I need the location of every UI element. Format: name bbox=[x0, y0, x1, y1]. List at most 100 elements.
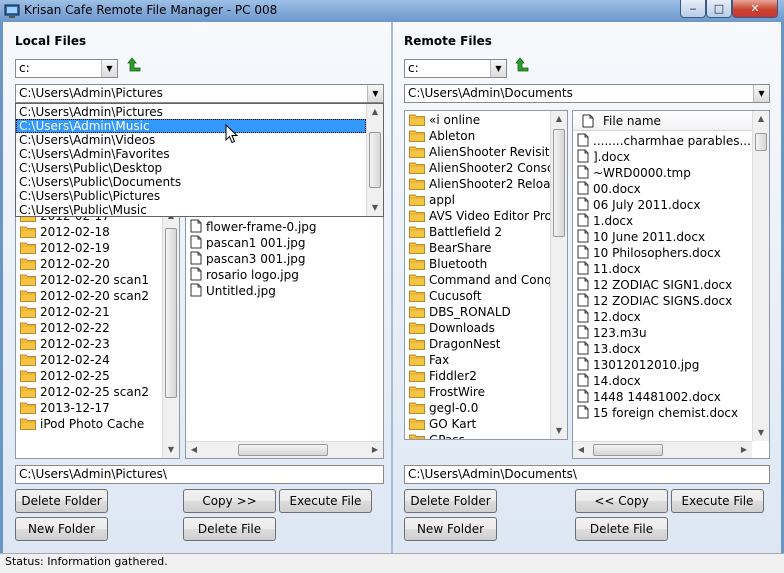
dropdown-option[interactable]: C:\Users\Public\Music bbox=[16, 203, 366, 216]
minimize-button[interactable]: ‒ bbox=[680, 0, 706, 18]
remote-folder-item[interactable]: Command and Conque bbox=[405, 272, 567, 288]
pane-splitter[interactable] bbox=[391, 22, 393, 553]
local-file-item[interactable]: rosario logo.jpg bbox=[186, 267, 383, 283]
remote-new-folder-button[interactable]: New Folder bbox=[404, 517, 497, 541]
remote-file-item[interactable]: 13012012010.jpg bbox=[573, 357, 752, 373]
remote-folder-item[interactable]: AVS Video Editor Proje bbox=[405, 208, 563, 224]
local-folder-item[interactable]: 2012-02-18 bbox=[16, 224, 162, 240]
remote-folder-item[interactable]: DBS_RONALD bbox=[405, 304, 550, 320]
local-path-field[interactable]: C:\Users\Admin\Pictures\ bbox=[15, 465, 384, 484]
remote-folder-item[interactable]: Fax bbox=[405, 352, 550, 368]
chevron-down-icon[interactable]: ▼ bbox=[753, 85, 769, 102]
remote-folder-vscrollbar[interactable]: ▲ ▼ bbox=[550, 111, 567, 439]
local-folder-item[interactable]: iPod Photo Cache bbox=[16, 416, 162, 432]
remote-file-item[interactable]: 14.docx bbox=[573, 373, 752, 389]
remote-folder-item[interactable]: BearShare bbox=[405, 240, 550, 256]
local-folder-list[interactable]: 2012-02-172012-02-182012-02-192012-02-20… bbox=[15, 207, 180, 459]
local-folder-item[interactable]: 2013-12-17 bbox=[16, 400, 162, 416]
remote-folder-item[interactable]: FrostWire bbox=[405, 384, 550, 400]
local-folder-vscrollbar[interactable]: ▲ ▼ bbox=[162, 208, 179, 458]
remote-file-item[interactable]: 1.docx bbox=[573, 213, 752, 229]
remote-file-item[interactable]: ........charmhae parables...... bbox=[573, 133, 762, 149]
scroll-thumb[interactable] bbox=[593, 444, 663, 456]
maximize-button[interactable]: □ bbox=[706, 0, 732, 18]
dropdown-option[interactable]: C:\Users\Admin\Favorites bbox=[16, 147, 366, 161]
remote-folder-item[interactable]: gegl-0.0 bbox=[405, 400, 550, 416]
remote-folder-list[interactable]: «i online Ableton AlienShooter Revisited Al… bbox=[404, 110, 568, 440]
remote-folder-item[interactable]: appl bbox=[405, 192, 550, 208]
scroll-down-icon[interactable]: ▼ bbox=[367, 200, 383, 216]
local-folder-item[interactable]: 2012-02-23 bbox=[16, 336, 162, 352]
remote-folder-item[interactable]: Battlefield 2 bbox=[405, 224, 550, 240]
local-file-item[interactable]: Untitled.jpg bbox=[186, 283, 383, 299]
dropdown-option[interactable]: C:\Users\Admin\Videos bbox=[16, 133, 366, 147]
scroll-thumb[interactable] bbox=[165, 228, 177, 398]
scroll-up-icon[interactable]: ▲ bbox=[367, 104, 383, 120]
remote-file-item[interactable]: ~WRD0000.tmp bbox=[573, 165, 752, 181]
scroll-down-icon[interactable]: ▼ bbox=[551, 423, 567, 439]
local-up-folder-icon[interactable] bbox=[127, 57, 143, 73]
remote-folder-item[interactable]: Bluetooth bbox=[405, 256, 550, 272]
dropdown-option[interactable]: C:\Users\Admin\Pictures bbox=[16, 105, 366, 119]
dropdown-option[interactable]: C:\Users\Public\Pictures bbox=[16, 189, 366, 203]
scroll-left-icon[interactable]: ◀ bbox=[186, 442, 202, 458]
local-path-dropdown[interactable]: C:\Users\Admin\Pictures C:\Users\Admin\Mu… bbox=[15, 103, 384, 217]
local-folder-item[interactable]: 2012-02-22 bbox=[16, 320, 162, 336]
chevron-down-icon[interactable]: ▼ bbox=[367, 85, 383, 102]
local-execute-file-button[interactable]: Execute File bbox=[279, 489, 372, 513]
local-folder-item[interactable]: 2012-02-19 bbox=[16, 240, 162, 256]
local-delete-folder-button[interactable]: Delete Folder bbox=[15, 489, 108, 513]
scroll-right-icon[interactable]: ▶ bbox=[367, 442, 383, 458]
chevron-down-icon[interactable]: ▼ bbox=[490, 60, 506, 77]
remote-file-item[interactable]: 10 June 2011.docx bbox=[573, 229, 752, 245]
local-folder-item[interactable]: 2012-02-21 bbox=[16, 304, 162, 320]
remote-file-list[interactable]: File name ........charmhae parables.....… bbox=[572, 110, 770, 459]
local-file-list[interactable]: flower-frame-0.jpg pascan1 001.jpg pascan3… bbox=[185, 207, 384, 459]
scroll-up-icon[interactable]: ▲ bbox=[551, 111, 567, 127]
remote-file-item[interactable]: 123.m3u bbox=[573, 325, 752, 341]
remote-folder-item[interactable]: AlienShooter2 Conscrip bbox=[405, 160, 567, 176]
copy-to-local-button[interactable]: << Copy bbox=[575, 489, 668, 513]
local-folder-item[interactable]: 2012-02-25 scan2 bbox=[16, 384, 162, 400]
local-file-item[interactable]: pascan3 001.jpg bbox=[186, 251, 383, 267]
remote-folder-item[interactable]: Cucusoft bbox=[405, 288, 550, 304]
dropdown-option[interactable]: C:\Users\Admin\Music bbox=[16, 119, 366, 133]
local-file-item[interactable]: flower-frame-0.jpg bbox=[186, 219, 383, 235]
remote-file-item[interactable]: 00.docx bbox=[573, 181, 752, 197]
remote-file-item[interactable]: 1448 14481002.docx bbox=[573, 389, 752, 405]
scroll-thumb[interactable] bbox=[755, 133, 767, 151]
scroll-down-icon[interactable]: ▼ bbox=[163, 442, 179, 458]
dropdown-option[interactable]: C:\Users\Public\Desktop bbox=[16, 161, 366, 175]
remote-file-item[interactable]: 06 July 2011.docx bbox=[573, 197, 752, 213]
local-drive-select[interactable]: c: ▼ bbox=[15, 59, 118, 78]
dropdown-option[interactable]: C:\Users\Public\Documents bbox=[16, 175, 366, 189]
file-name-column-header[interactable]: File name bbox=[573, 111, 752, 131]
remote-file-item[interactable]: 12.docx bbox=[573, 309, 752, 325]
scroll-left-icon[interactable]: ◀ bbox=[573, 442, 589, 458]
scroll-up-icon[interactable]: ▲ bbox=[753, 111, 769, 127]
local-new-folder-button[interactable]: New Folder bbox=[15, 517, 108, 541]
local-path-combo[interactable]: C:\Users\Admin\Pictures ▼ bbox=[15, 84, 384, 103]
remote-folder-item[interactable]: DragonNest bbox=[405, 336, 550, 352]
local-folder-item[interactable]: 2012-02-24 bbox=[16, 352, 162, 368]
local-folder-item[interactable]: 2012-02-25 bbox=[16, 368, 162, 384]
remote-folder-item[interactable]: GO Kart bbox=[405, 416, 550, 432]
remote-file-vscrollbar[interactable]: ▲ ▼ bbox=[752, 111, 769, 441]
chevron-down-icon[interactable]: ▼ bbox=[101, 60, 117, 77]
copy-to-remote-button[interactable]: Copy >> bbox=[183, 489, 276, 513]
remote-path-field[interactable]: C:\Users\Admin\Documents\ bbox=[404, 465, 770, 484]
local-folder-item[interactable]: 2012-02-20 scan1 bbox=[16, 272, 162, 288]
remote-file-hscrollbar[interactable]: ◀ ▶ bbox=[573, 441, 752, 458]
remote-delete-folder-button[interactable]: Delete Folder bbox=[404, 489, 497, 513]
remote-folder-item[interactable]: Ableton bbox=[405, 128, 550, 144]
remote-file-item[interactable]: ].docx bbox=[573, 149, 752, 165]
local-file-hscrollbar[interactable]: ◀ ▶ bbox=[186, 441, 383, 458]
local-delete-file-button[interactable]: Delete File bbox=[183, 517, 276, 541]
scroll-thumb[interactable] bbox=[369, 132, 381, 188]
close-button[interactable]: ✕ bbox=[732, 0, 778, 18]
remote-file-item[interactable]: 15 foreign chemist.docx bbox=[573, 405, 752, 421]
remote-folder-item[interactable]: AlienShooter2 Reloade bbox=[405, 176, 565, 192]
scroll-thumb[interactable] bbox=[238, 444, 328, 456]
scroll-right-icon[interactable]: ▶ bbox=[736, 442, 752, 458]
remote-file-item[interactable]: 12 ZODIAC SIGN1.docx bbox=[573, 277, 752, 293]
